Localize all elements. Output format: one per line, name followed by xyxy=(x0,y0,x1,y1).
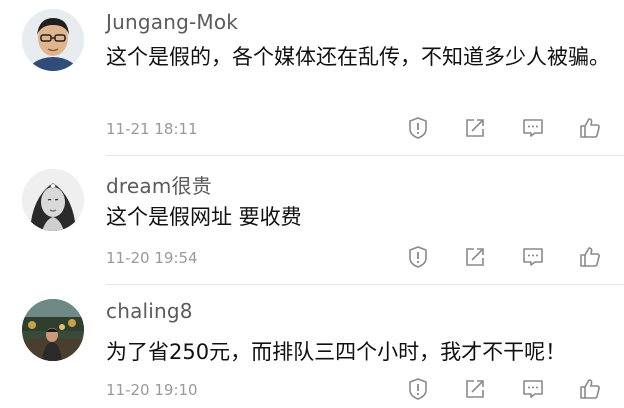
comment-item: Jungang-Mok 这个是假的，各个媒体还在乱传，不知道多少人被骗。 11-… xyxy=(0,0,624,156)
avatar[interactable] xyxy=(22,169,84,231)
divider xyxy=(106,284,624,285)
comment-time: 11-21 18:11 xyxy=(106,120,198,138)
share-icon[interactable] xyxy=(463,377,487,401)
username[interactable]: Jungang-Mok xyxy=(106,10,238,34)
reply-icon[interactable] xyxy=(521,116,545,140)
comment-text: 这个是假网址 要收费 xyxy=(106,205,302,229)
like-icon[interactable] xyxy=(578,377,602,401)
comment-text: 这个是假的，各个媒体还在乱传，不知道多少人被骗。 xyxy=(106,45,610,69)
comment-time: 11-20 19:10 xyxy=(106,381,198,399)
reply-icon[interactable] xyxy=(521,245,545,269)
comment-text: 为了省250元，而排队三四个小时，我才不干呢！ xyxy=(106,340,567,364)
username[interactable]: chaling8 xyxy=(106,299,193,323)
like-icon[interactable] xyxy=(578,245,602,269)
like-icon[interactable] xyxy=(578,116,602,140)
reply-icon[interactable] xyxy=(521,377,545,401)
comment-actions xyxy=(406,116,616,142)
report-icon[interactable] xyxy=(406,116,430,140)
username[interactable]: dream很贵 xyxy=(106,170,212,199)
comment-actions xyxy=(406,377,616,403)
share-icon[interactable] xyxy=(463,116,487,140)
comment-actions xyxy=(406,245,616,271)
report-icon[interactable] xyxy=(406,377,430,401)
avatar[interactable] xyxy=(22,9,84,71)
report-icon[interactable] xyxy=(406,245,430,269)
divider xyxy=(106,155,624,156)
share-icon[interactable] xyxy=(463,245,487,269)
avatar[interactable] xyxy=(22,299,84,361)
comment-time: 11-20 19:54 xyxy=(106,249,198,267)
